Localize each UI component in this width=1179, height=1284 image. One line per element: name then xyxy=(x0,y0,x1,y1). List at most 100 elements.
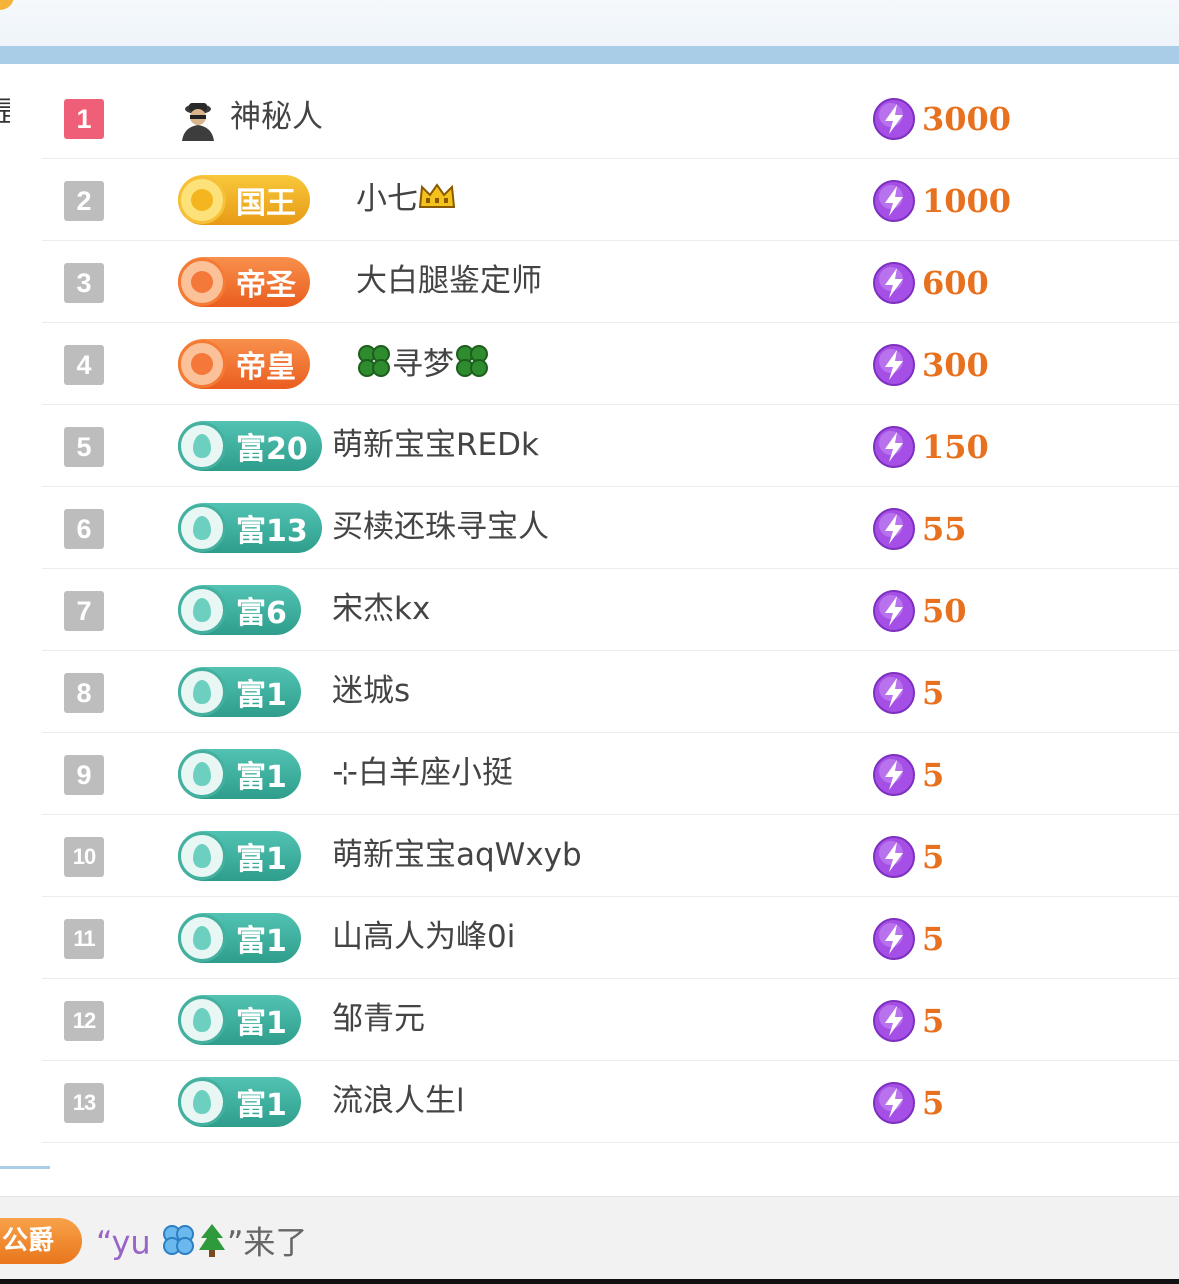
gift-amount: 3000 xyxy=(922,100,1012,138)
user-name[interactable]: ⊹白羊座小挺 xyxy=(332,753,513,793)
four-leaf-clover-icon xyxy=(356,343,392,389)
user-name-text: 邹青元 xyxy=(332,1001,425,1037)
leaderboard-row[interactable]: 10 富1 萌新宝宝aqWxyb 5 xyxy=(42,815,1179,897)
gift-amount: 300 xyxy=(922,346,989,384)
gift-amount: 5 xyxy=(922,838,945,876)
leaderboard-row[interactable]: 11 富1 山高人为峰0i 5 xyxy=(42,897,1179,979)
badge-gem-icon xyxy=(178,258,226,306)
user-name-text: 流浪人生l xyxy=(332,1083,465,1119)
level-badge: 富13 xyxy=(178,503,322,553)
chat-message: “yu ”来了 xyxy=(96,1222,307,1267)
lightning-coin-icon xyxy=(872,97,916,141)
screen-edge xyxy=(0,1279,1179,1284)
badge-gem-icon xyxy=(178,750,226,798)
leaderboard-row[interactable]: 5 富20 萌新宝宝REDk 150 xyxy=(42,405,1179,487)
user-name-text: 买椟还珠寻宝人 xyxy=(332,509,549,545)
level-badge: 帝圣 xyxy=(178,257,310,307)
rank-number: 4 xyxy=(64,345,104,385)
rank-number: 5 xyxy=(64,427,104,467)
user-name-text: 神秘人 xyxy=(230,99,323,135)
badge-gem-icon xyxy=(178,914,226,962)
badge-gem-icon xyxy=(178,1078,226,1126)
gift-amount: 600 xyxy=(922,264,989,302)
gift-amount: 5 xyxy=(922,674,945,712)
tree-icon xyxy=(197,1222,227,1267)
badge-label: 富20 xyxy=(236,432,308,467)
badge-label: 富1 xyxy=(236,924,287,959)
lightning-coin-icon xyxy=(872,753,916,797)
rank-number: 7 xyxy=(64,591,104,631)
leaderboard-row[interactable]: 12 富1 邹青元 5 xyxy=(42,979,1179,1061)
bottom-accent-line xyxy=(0,1166,50,1169)
gift-leaderboard-panel: 昰 1 神秘人 3000 2 国王 小七 1000 3 帝圣 大白腿鉴定师 600 4 帝皇 寻梦 300 5… xyxy=(0,0,1179,1284)
user-name[interactable]: 迷城s xyxy=(332,671,410,711)
badge-gem-icon xyxy=(178,668,226,716)
leaderboard-row[interactable]: 13 富1 流浪人生l 5 xyxy=(42,1061,1179,1143)
level-badge: 富20 xyxy=(178,421,322,471)
gift-amount: 150 xyxy=(922,428,989,466)
badge-gem-icon xyxy=(178,504,226,552)
badge-label: 富13 xyxy=(236,514,308,549)
top-bar xyxy=(0,0,1179,46)
badge-label: 帝圣 xyxy=(236,268,296,303)
gift-amount: 55 xyxy=(922,510,967,548)
user-name-text: 萌新宝宝aqWxyb xyxy=(332,837,582,873)
rank-number: 3 xyxy=(64,263,104,303)
lightning-coin-icon xyxy=(872,917,916,961)
user-name[interactable]: 萌新宝宝REDk xyxy=(332,425,539,465)
user-name[interactable]: 寻梦 xyxy=(356,343,490,389)
rank-number: 9 xyxy=(64,755,104,795)
lightning-coin-icon xyxy=(872,835,916,879)
user-name[interactable]: 邹青元 xyxy=(332,999,425,1039)
user-name[interactable]: 小七 xyxy=(356,179,456,221)
user-name[interactable]: 神秘人 xyxy=(230,97,323,137)
lightning-coin-icon xyxy=(872,261,916,305)
badge-label: 富1 xyxy=(236,678,287,713)
user-name[interactable]: 买椟还珠寻宝人 xyxy=(332,507,549,547)
user-name[interactable]: 大白腿鉴定师 xyxy=(356,261,542,301)
lightning-coin-icon xyxy=(872,343,916,387)
level-badge: 富1 xyxy=(178,667,301,717)
leaderboard-row[interactable]: 2 国王 小七 1000 xyxy=(42,159,1179,241)
level-badge: 富6 xyxy=(178,585,301,635)
user-name[interactable]: 宋杰kx xyxy=(332,589,430,629)
user-name[interactable]: 山高人为峰0i xyxy=(332,917,515,957)
leaderboard-row[interactable]: 4 帝皇 寻梦 300 xyxy=(42,323,1179,405)
lightning-coin-icon xyxy=(872,671,916,715)
chat-message-close: ”来了 xyxy=(226,1223,308,1262)
leaderboard-row[interactable]: 9 富1 ⊹白羊座小挺 5 xyxy=(42,733,1179,815)
lightning-coin-icon xyxy=(872,179,916,223)
gift-amount: 5 xyxy=(922,756,945,794)
user-name-text: 大白腿鉴定师 xyxy=(356,263,542,299)
badge-label: 富6 xyxy=(236,596,287,631)
rank-number: 2 xyxy=(64,181,104,221)
user-name-text: 迷城s xyxy=(332,673,411,709)
gift-amount: 50 xyxy=(922,592,967,630)
header-divider xyxy=(0,46,1179,64)
rank-number: 11 xyxy=(64,919,104,959)
badge-label: 国王 xyxy=(236,186,296,221)
badge-label: 富1 xyxy=(236,842,287,877)
user-name-text: 寻梦 xyxy=(392,346,454,383)
badge-gem-icon xyxy=(178,996,226,1044)
lightning-coin-icon xyxy=(872,425,916,469)
user-name-text: ⊹白羊座小挺 xyxy=(332,755,513,791)
rank-number: 6 xyxy=(64,509,104,549)
level-badge: 国王 xyxy=(178,175,310,225)
rank-number: 12 xyxy=(64,1001,104,1041)
level-badge: 富1 xyxy=(178,913,301,963)
badge-gem-icon xyxy=(178,832,226,880)
leaderboard-row[interactable]: 1 神秘人 3000 xyxy=(42,77,1179,159)
leaderboard-list: 1 神秘人 3000 2 国王 小七 1000 3 帝圣 大白腿鉴定师 600 4 帝皇 寻梦 300 5 富2… xyxy=(42,77,1179,1143)
leaderboard-row[interactable]: 6 富13 买椟还珠寻宝人 55 xyxy=(42,487,1179,569)
rank-number: 13 xyxy=(64,1083,104,1123)
lightning-coin-icon xyxy=(872,1081,916,1125)
leaderboard-row[interactable]: 8 富1 迷城s 5 xyxy=(42,651,1179,733)
side-glyph: 昰 xyxy=(0,96,10,162)
leaderboard-row[interactable]: 3 帝圣 大白腿鉴定师 600 xyxy=(42,241,1179,323)
user-name[interactable]: 流浪人生l xyxy=(332,1081,465,1121)
badge-gem-icon xyxy=(178,176,226,224)
leaderboard-row[interactable]: 7 富6 宋杰kx 50 xyxy=(42,569,1179,651)
user-name[interactable]: 萌新宝宝aqWxyb xyxy=(332,835,582,875)
badge-label: 富1 xyxy=(236,760,287,795)
